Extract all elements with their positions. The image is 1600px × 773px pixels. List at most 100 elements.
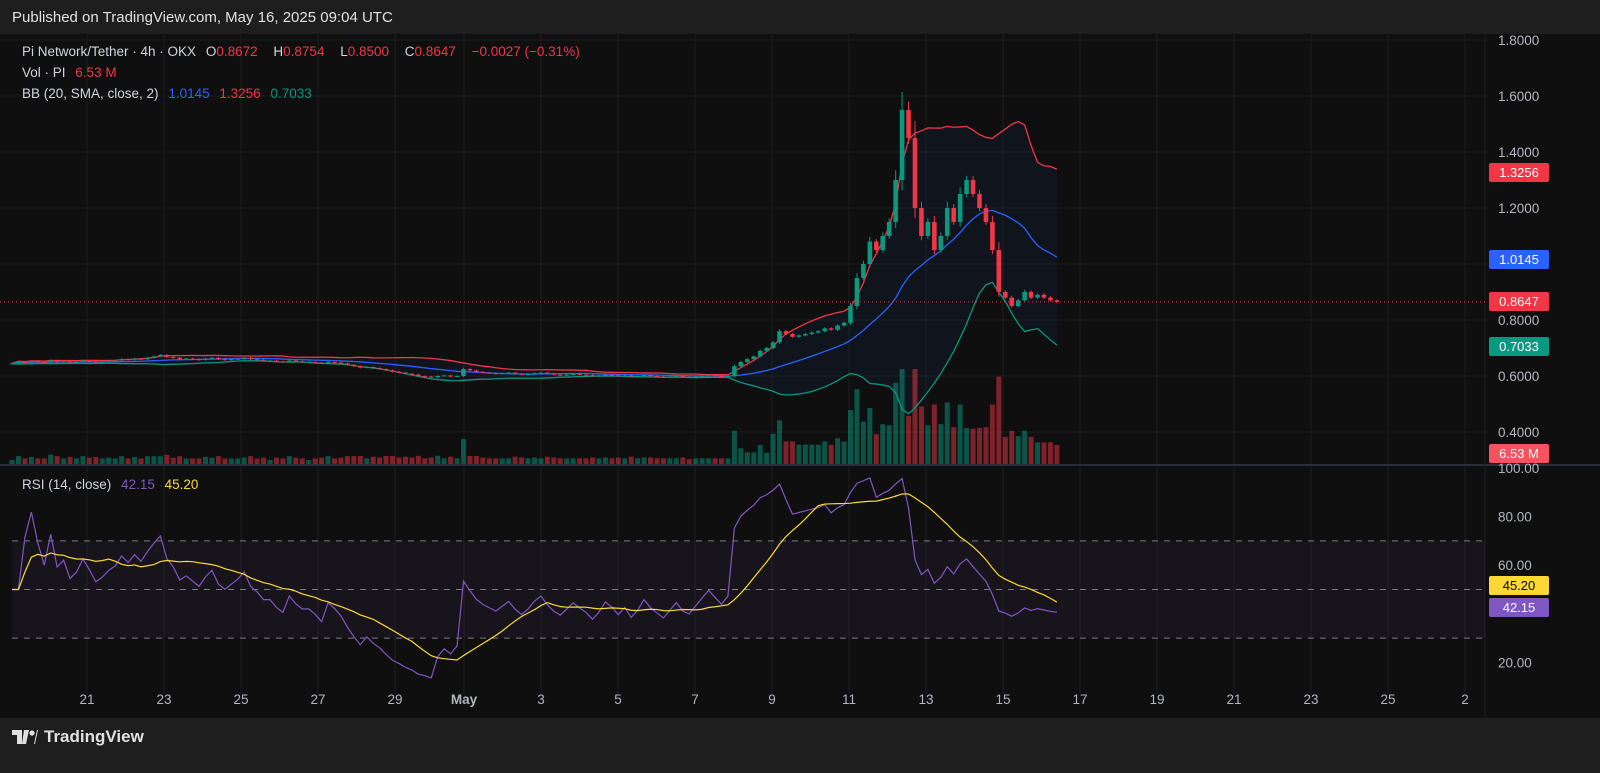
candle-body <box>493 373 499 375</box>
volume-bar <box>828 444 834 464</box>
volume-bar <box>609 458 615 464</box>
candle-body <box>170 356 176 358</box>
x-tick-label: 29 <box>387 692 402 707</box>
tradingview-logo[interactable]: TradingView <box>12 727 144 747</box>
volume-legend: Vol · PI 6.53 M <box>22 65 123 80</box>
rsi-tick-label: 60.00 <box>1498 558 1532 573</box>
price-tick-label: 1.8000 <box>1498 34 1539 48</box>
candle-body <box>183 358 189 360</box>
candle-body <box>383 369 389 371</box>
candle-body <box>628 375 634 377</box>
x-tick-label: 3 <box>537 692 545 707</box>
candle-body <box>661 376 666 378</box>
volume-bar <box>957 404 963 464</box>
candle-body <box>732 366 737 376</box>
candle-body <box>235 358 241 360</box>
volume-bar <box>286 456 292 464</box>
volume-bar <box>557 458 563 464</box>
candle-body <box>312 362 318 363</box>
close-value: 0.8647 <box>414 44 456 59</box>
candle-body <box>512 372 518 374</box>
rsi-tag: 42.15 <box>1489 598 1549 617</box>
candle-body <box>293 360 299 362</box>
candle-body <box>622 375 628 377</box>
bb-upper-value: 1.3256 <box>219 86 261 101</box>
volume-bar <box>448 456 454 464</box>
candle-body <box>693 376 698 378</box>
volume-bar <box>435 455 441 464</box>
symbol-legend: Pi Network/Tether · 4h · OKX O0.8672 H0.… <box>22 44 586 59</box>
rsi-legend: RSI (14, close) 42.15 45.20 <box>22 477 204 492</box>
volume-bar <box>370 456 376 464</box>
volume-bar <box>86 457 92 464</box>
volume-bar <box>789 441 795 464</box>
candle-body <box>906 110 911 138</box>
x-tick-label: 23 <box>1303 692 1318 707</box>
candle-body <box>609 374 615 376</box>
candle-body <box>725 376 731 377</box>
symbol-title: Pi Network/Tether · 4h · OKX <box>22 44 197 59</box>
volume-bar <box>332 458 337 464</box>
volume-bar <box>351 456 357 464</box>
candle-body <box>100 362 105 363</box>
candle-body <box>603 374 608 376</box>
candle-body <box>809 332 815 334</box>
change-value: −0.0027 (−0.31%) <box>471 44 580 59</box>
volume-bar <box>190 458 196 464</box>
volume-bar <box>1009 430 1015 464</box>
candle-body <box>525 374 531 376</box>
volume-bar <box>422 458 428 464</box>
candle-body <box>441 375 447 377</box>
candle-body <box>254 359 260 361</box>
candle-body <box>261 359 266 361</box>
volume-bar <box>912 369 918 464</box>
volume-bar <box>93 456 99 464</box>
price-tick-label: 1.6000 <box>1498 89 1539 104</box>
chart-canvas[interactable]: 1.80001.60001.40001.20001.00000.80000.60… <box>0 34 1600 718</box>
candle-body <box>325 362 331 364</box>
volume-bar <box>660 458 666 464</box>
candle-body <box>583 374 589 376</box>
candle-body <box>106 361 112 363</box>
candle-body <box>190 358 195 360</box>
candle-body <box>338 362 344 364</box>
x-tick-label: 25 <box>233 692 248 707</box>
candle-body <box>977 194 982 208</box>
volume-bar <box>693 458 699 464</box>
candle-body <box>203 358 208 360</box>
candle-body <box>216 357 221 360</box>
x-tick-label: 15 <box>995 692 1010 707</box>
price-tick-label: 1.4000 <box>1498 145 1539 160</box>
candle-body <box>125 359 131 361</box>
volume-bar <box>364 458 370 464</box>
volume-label: Vol · PI <box>22 65 66 80</box>
candle-body <box>448 375 453 377</box>
volume-bar <box>538 458 544 464</box>
volume-bar <box>41 458 47 464</box>
candle-body <box>912 138 918 208</box>
volume-bar <box>48 454 54 464</box>
volume-bar <box>183 458 189 464</box>
candle-body <box>416 374 421 376</box>
volume-bar <box>203 456 208 464</box>
volume-bar <box>396 457 402 464</box>
candle-body <box>474 370 479 372</box>
volume-bar <box>531 457 537 464</box>
open-label: O <box>205 44 217 59</box>
candle-body <box>93 361 99 363</box>
volume-bar <box>325 456 331 464</box>
volume-bar <box>841 441 847 464</box>
volume-bar <box>106 457 112 464</box>
candle-body <box>686 376 692 378</box>
candle-body <box>596 375 602 377</box>
candle-body <box>390 370 395 372</box>
volume-bar <box>222 458 228 464</box>
candle-body <box>654 376 660 377</box>
volume-bar <box>777 420 783 464</box>
chart-panel[interactable]: 1.80001.60001.40001.20001.00000.80000.60… <box>0 34 1600 718</box>
volume-bar <box>802 444 808 464</box>
candle-body <box>287 360 292 362</box>
candle-body <box>209 357 215 359</box>
rsi-ma-tag: 45.20 <box>1489 576 1549 595</box>
candle-body <box>777 331 782 343</box>
